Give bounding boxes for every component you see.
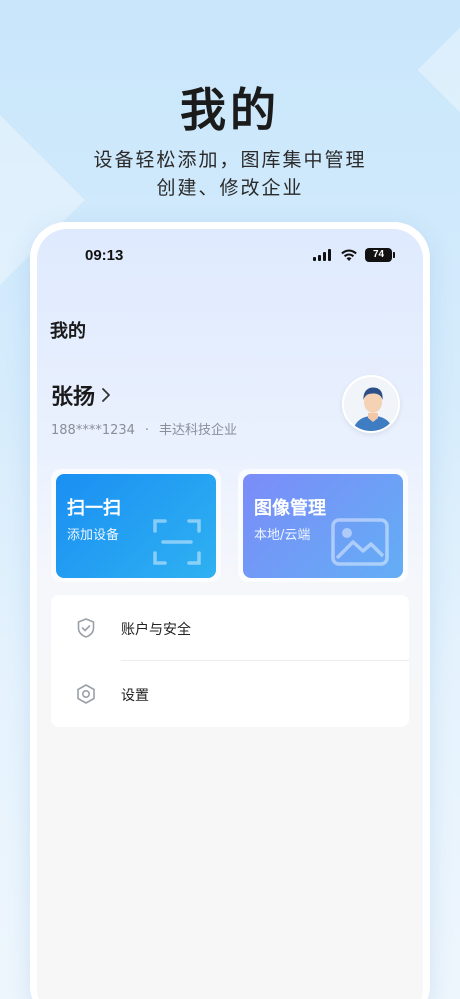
app-screen: 09:13 74 我的 张扬 188****1234 · 丰达科技企业 扫一扫 … [37,229,423,999]
menu-label: 设置 [121,688,149,704]
menu-item-settings[interactable]: 设置 [51,661,409,727]
image-card-desc: 本地/云端 [254,528,311,543]
chevron-right-icon [102,388,110,402]
avatar[interactable] [342,375,400,433]
scan-card[interactable]: 扫一扫 添加设备 [51,469,221,582]
menu-label: 账户与安全 [121,622,191,638]
image-management-card[interactable]: 图像管理 本地/云端 [238,469,408,582]
battery-indicator: 74 [365,248,395,262]
image-card-title: 图像管理 [254,498,326,519]
hero-title: 我的 [180,83,280,137]
user-phone: 188****1234 [51,423,135,438]
shield-icon [77,618,95,638]
user-info: 188****1234 · 丰达科技企业 [51,419,237,438]
status-time: 09:13 [85,247,124,264]
scan-card-desc: 添加设备 [67,528,120,543]
hero-subtitle-line1: 设备轻松添加，图库集中管理 [93,149,367,171]
scan-card-title: 扫一扫 [67,498,121,519]
gear-icon [77,684,95,704]
page-title: 我的 [50,321,86,342]
wifi-icon [341,249,357,261]
status-bar: 09:13 74 [37,229,423,273]
menu-item-account-security[interactable]: 账户与安全 [51,595,409,661]
signal-icon [313,249,331,261]
info-separator: · [144,423,150,438]
scan-icon [153,519,201,565]
user-company: 丰达科技企业 [159,423,238,438]
image-icon [331,518,389,566]
user-name: 张扬 [51,385,96,410]
settings-menu: 账户与安全 设置 [51,595,409,727]
phone-frame: 09:13 74 我的 张扬 188****1234 · 丰达科技企业 扫一扫 … [30,222,430,999]
hero-subtitle: 设备轻松添加，图库集中管理 创建、修改企业 [0,146,460,202]
avatar-person-icon [344,377,398,431]
user-profile-link[interactable]: 张扬 [51,379,111,411]
hero-subtitle-line2: 创建、修改企业 [156,177,304,199]
